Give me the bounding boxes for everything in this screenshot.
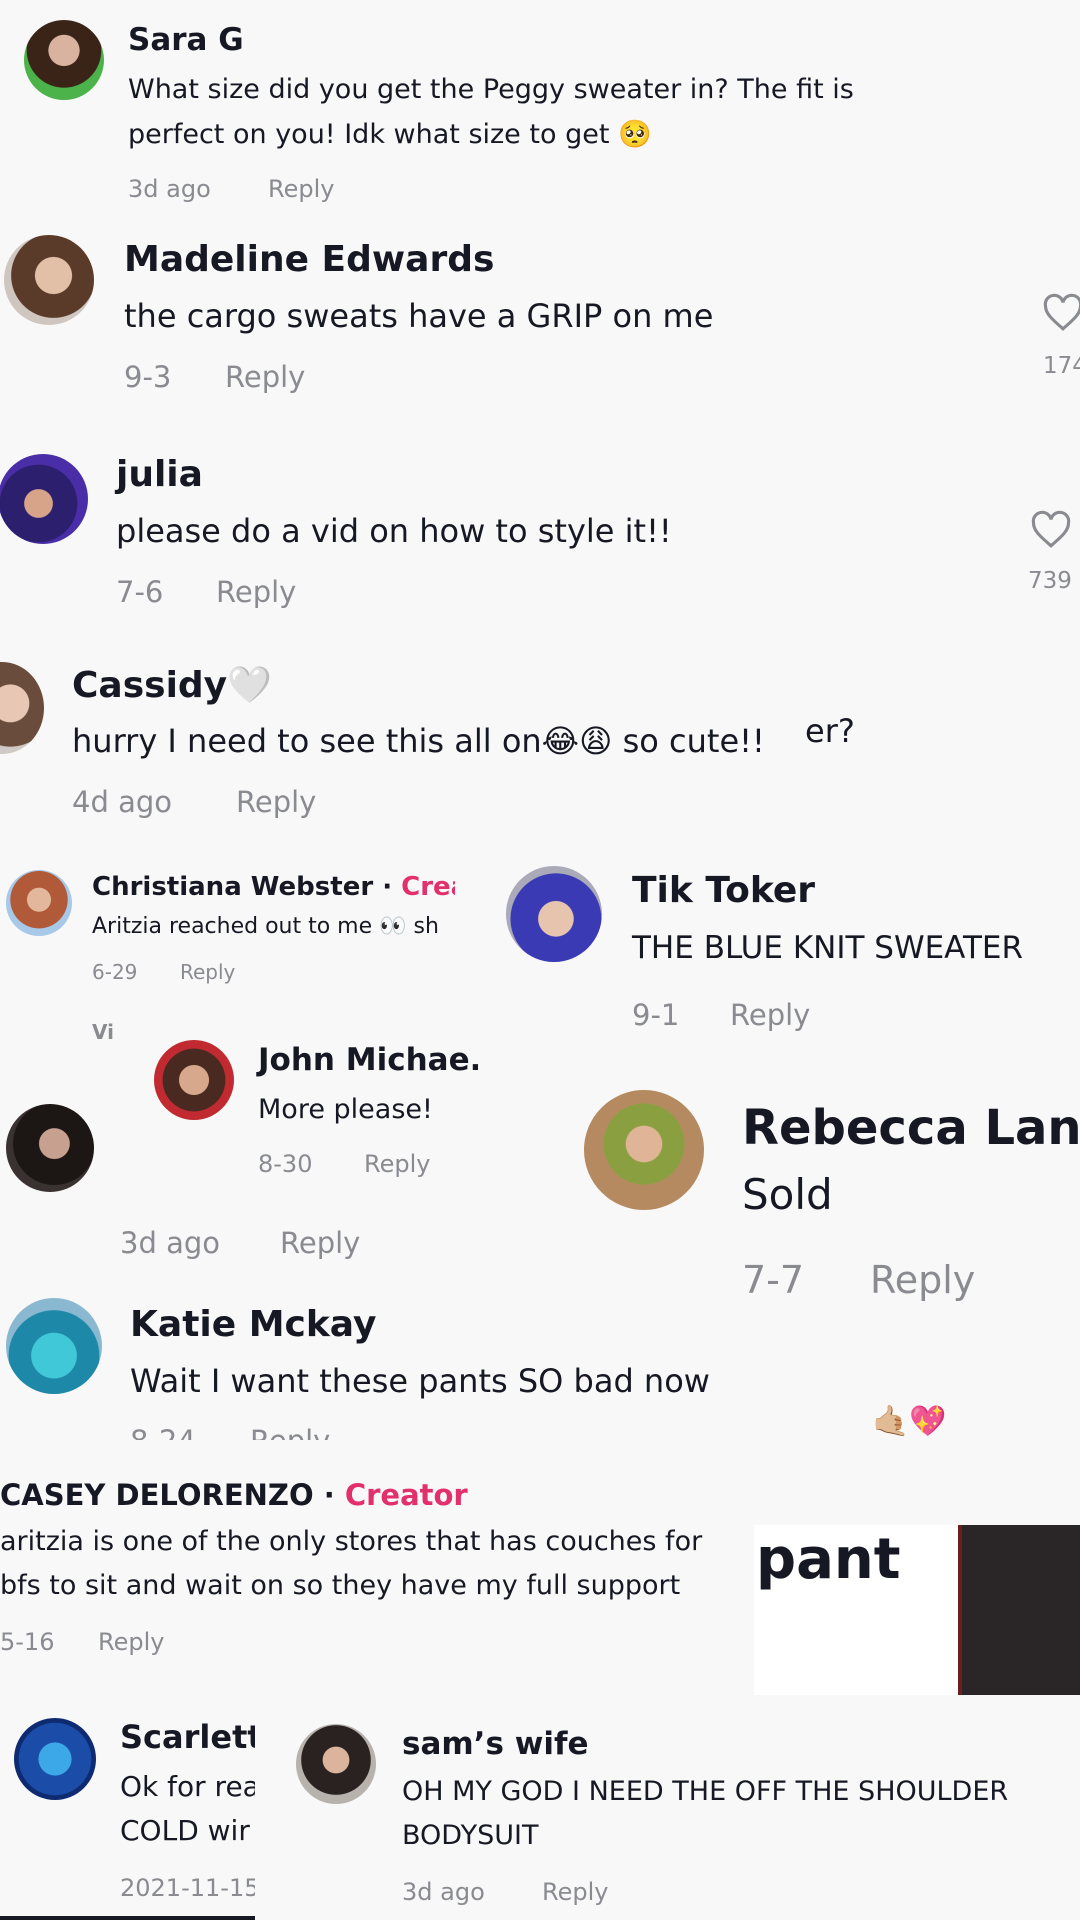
reply-button[interactable]: Reply — [730, 998, 810, 1032]
comment-rebecca: Rebecca Lant Sold 7-7 Reply — [570, 1080, 1080, 1320]
comment-text: What size did you get the Peggy sweater … — [128, 74, 854, 105]
reply-button[interactable]: Reply — [98, 1628, 164, 1656]
avatar[interactable] — [296, 1724, 376, 1804]
creator-badge: Creator — [344, 1478, 468, 1512]
video-thumbnail[interactable] — [958, 1525, 1080, 1695]
comment-text: Sold — [742, 1170, 833, 1219]
comment-time: 3d ago — [128, 175, 211, 203]
reply-button[interactable]: Reply — [268, 175, 334, 203]
comment-time: 3d ago — [402, 1878, 485, 1906]
comment-author[interactable]: sam’s wife — [402, 1726, 588, 1762]
avatar[interactable] — [0, 454, 88, 544]
avatar[interactable] — [6, 1298, 102, 1394]
comment-cassidy: Cassidy🤍 hurry I need to see this all on… — [0, 650, 1080, 840]
divider — [0, 1916, 255, 1920]
comment-time: 3d ago — [120, 1226, 220, 1260]
comment-text: please do a vid on how to style it!! — [116, 512, 672, 550]
comment-samswife: sam’s wife OH MY GOD I NEED THE OFF THE … — [290, 1710, 1080, 1920]
comment-text-line2: COLD wir — [120, 1814, 250, 1847]
avatar[interactable] — [154, 1040, 234, 1120]
comment-scarlett: Scarlett Ok for rea COLD wir 2021-11-15 — [0, 1700, 255, 1920]
comment-time: 7-6 — [116, 575, 164, 609]
reply-button[interactable]: Reply — [216, 575, 296, 609]
comment-christiana: Christiana Webster · Creat Aritzia reach… — [0, 858, 455, 1048]
comment-text-line2: bfs to sit and wait on so they have my f… — [0, 1570, 681, 1601]
comment-katie: Katie Mckay Wait I want these pants SO b… — [0, 1290, 760, 1440]
overlapping-text-fragment: er? — [805, 712, 855, 750]
comment-time: 9-1 — [632, 998, 680, 1032]
comment-time: 8-24 — [130, 1424, 196, 1440]
comment-text: Ok for rea — [120, 1770, 255, 1803]
creator-badge: Creat — [401, 872, 455, 902]
comment-author[interactable]: Cassidy🤍 — [72, 664, 272, 706]
avatar[interactable] — [14, 1718, 96, 1800]
avatar[interactable] — [584, 1090, 704, 1210]
comment-time: 4d ago — [72, 785, 172, 819]
like-count: 739 — [1028, 568, 1072, 594]
comment-text-line2: BODYSUIT — [402, 1820, 539, 1851]
comment-time: 2021-11-15 — [120, 1874, 255, 1902]
author-name: CASEY DELORENZO — [0, 1478, 314, 1512]
comment-john: John Michae. More please! 8-30 Reply — [148, 1036, 478, 1186]
reply-button[interactable]: Reply — [364, 1150, 430, 1178]
separator: · — [313, 1478, 345, 1512]
comment-time: 5-16 — [0, 1628, 55, 1656]
comment-casey: CASEY DELORENZO · Creator aritzia is one… — [0, 1470, 760, 1660]
snippet-text: pant — [756, 1527, 901, 1592]
comment-author[interactable]: Rebecca Lant — [742, 1100, 1080, 1156]
comment-text: aritzia is one of the only stores that h… — [0, 1526, 703, 1557]
comment-tiktoker: Tik Toker THE BLUE KNIT SWEATER 9-1 Repl… — [490, 860, 1080, 1050]
separator: · — [373, 872, 402, 902]
comment-author[interactable]: Katie Mckay — [130, 1304, 376, 1345]
heart-outline-icon[interactable] — [1042, 293, 1080, 333]
avatar[interactable] — [4, 235, 94, 325]
comment-sara: Sara G What size did you get the Peggy s… — [0, 0, 1080, 220]
avatar[interactable] — [24, 20, 104, 100]
avatar[interactable] — [506, 866, 602, 962]
comment-text: OH MY GOD I NEED THE OFF THE SHOULDER — [402, 1776, 1009, 1807]
comment-author[interactable]: CASEY DELORENZO · Creator — [0, 1478, 468, 1512]
comment-author[interactable]: Madeline Edwards — [124, 239, 494, 280]
comment-text: Wait I want these pants SO bad now — [130, 1362, 710, 1400]
comment-author[interactable]: Scarlett — [120, 1718, 255, 1756]
reply-button[interactable]: Reply — [180, 960, 235, 984]
avatar[interactable] — [6, 870, 72, 936]
reply-button[interactable]: Reply — [225, 360, 305, 394]
comment-text: THE BLUE KNIT SWEATER — [632, 930, 1024, 966]
view-replies-link[interactable]: Vi — [92, 1020, 114, 1044]
comment-author[interactable]: Christiana Webster · Creat — [92, 872, 455, 902]
reply-button[interactable]: Reply — [280, 1226, 360, 1260]
comment-author[interactable]: Tik Toker — [632, 870, 815, 911]
comment-text: More please! — [258, 1094, 433, 1125]
comment-author[interactable]: julia — [116, 454, 203, 495]
comment-time: 8-30 — [258, 1150, 313, 1178]
heart-outline-icon[interactable] — [1030, 510, 1072, 550]
avatar[interactable] — [6, 1104, 94, 1192]
comment-text: Aritzia reached out to me 👀 sh — [92, 914, 439, 939]
avatar[interactable] — [0, 662, 44, 754]
reply-button[interactable]: Reply — [542, 1878, 608, 1906]
comment-time: 6-29 — [92, 960, 138, 984]
reply-button[interactable]: Reply — [250, 1424, 330, 1440]
comment-text-line2: perfect on you! Idk what size to get 🥺 — [128, 119, 652, 150]
comment-author[interactable]: Sara G — [128, 22, 244, 58]
comment-madeline: Madeline Edwards the cargo sweats have a… — [0, 225, 1080, 415]
comment-text: hurry I need to see this all on😂😩 so cut… — [72, 722, 765, 760]
comment-julia: julia please do a vid on how to style it… — [0, 440, 1080, 620]
reply-button[interactable]: Reply — [236, 785, 316, 819]
reply-button[interactable]: Reply — [870, 1258, 975, 1302]
overlay-snippet: pant — [754, 1525, 1080, 1695]
like-count: 174 — [1043, 353, 1080, 379]
comment-author[interactable]: John Michae. — [258, 1042, 478, 1078]
emoji-fragment: 🤙🏼💖 — [872, 1404, 947, 1439]
comment-text: the cargo sweats have a GRIP on me — [124, 297, 714, 335]
comment-time: 9-3 — [124, 360, 172, 394]
author-name: Christiana Webster — [92, 872, 374, 902]
